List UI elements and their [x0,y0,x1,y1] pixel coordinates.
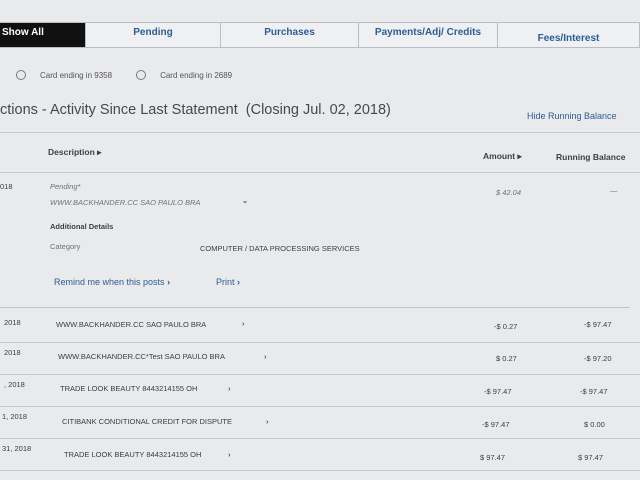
running-balance-column-header: Running Balance [556,152,626,162]
divider [0,132,640,133]
transaction-description: WWW.BACKHANDER.CC SAO PAULO BRA [56,320,207,329]
running-balance: $ 0.00 [584,420,605,429]
transaction-date: 2018 [4,348,21,357]
transaction-amount: $ 97.47 [480,453,506,462]
print-label: Print [216,277,235,287]
activity-filter-tabs: Show All Pending Purchases Payments/Adj/… [0,22,640,48]
transaction-description: TRADE LOOK BEAUTY 8443214155 OH [64,450,202,459]
transaction-date: 1, 2018 [2,412,28,421]
running-balance: -$ 97.47 [584,320,612,329]
running-balance: -$ 97.47 [580,387,608,396]
transaction-description: CITIBANK CONDITIONAL CREDIT FOR DISPUTE [62,417,233,426]
card-radio-2689[interactable]: Card ending in 2689 [136,70,232,80]
tab-show-all[interactable]: Show All [0,22,86,48]
card-label: Card ending in 9358 [40,70,113,80]
additional-details-title: Additional Details [50,222,114,231]
page-title: ctions - Activity Since Last Statement (… [0,102,391,118]
category-label: Category [50,242,81,251]
tab-purchases[interactable]: Purchases [221,22,359,48]
amount-column-header[interactable]: Amount ▸ [483,151,522,162]
transaction-amount: -$ 97.47 [482,420,510,429]
chevron-right-icon: › [237,277,241,287]
chevron-right-icon[interactable]: › [228,384,231,393]
chevron-right-icon[interactable]: › [228,450,231,459]
remind-me-label: Remind me when this posts [54,277,165,287]
chevron-right-icon[interactable]: › [264,352,267,361]
running-balance: — [610,186,618,195]
transaction-date: 31, 2018 [2,444,32,453]
card-radio-9358[interactable]: Card ending in 9358 [16,70,112,80]
transaction-amount: -$ 0.27 [494,322,518,331]
table-row[interactable]: 2018 WWW.BACKHANDER.CC SAO PAULO BRA › -… [0,310,640,343]
transaction-amount: $ 0.27 [496,354,517,363]
transaction-amount: $ 42.04 [496,188,522,197]
table-row[interactable]: 2018 WWW.BACKHANDER.CC*Test SAO PAULO BR… [0,342,640,375]
description-column-header[interactable]: Description ▸ [48,147,101,158]
radio-circle-icon[interactable] [136,70,147,80]
tab-payments-adj-credits[interactable]: Payments/Adj/ Credits [359,22,498,48]
card-filter: Card ending in 9358 Card ending in 2689 [16,70,256,80]
table-row[interactable]: , 2018 TRADE LOOK BEAUTY 8443214155 OH ›… [0,374,640,407]
tab-pending[interactable]: Pending [86,22,221,48]
pending-status: Pending* [50,182,81,191]
section-title: ctions - Activity Since Last Statement [0,102,238,118]
chevron-right-icon[interactable]: › [242,319,245,328]
chevron-right-icon: › [167,277,171,287]
transaction-description: WWW.BACKHANDER.CC*Test SAO PAULO BRA [58,352,225,361]
radio-circle-icon[interactable] [16,70,26,80]
hide-running-balance-link[interactable]: Hide Running Balance [527,111,617,121]
running-balance: -$ 97.20 [584,354,612,363]
card-label: Card ending in 2689 [160,70,233,80]
chevron-down-icon[interactable]: ⌄ [242,196,248,205]
tab-fees-interest[interactable]: Fees/Interest [498,22,640,48]
transaction-description: TRADE LOOK BEAUTY 8443214155 OH [60,384,198,393]
transaction-date: , 2018 [4,380,25,389]
chevron-right-icon[interactable]: › [266,417,269,426]
running-balance: $ 97.47 [578,453,604,462]
transaction-date: 2018 [4,318,21,327]
transaction-amount: -$ 97.47 [484,387,512,396]
table-row[interactable]: 1, 2018 CITIBANK CONDITIONAL CREDIT FOR … [0,406,640,439]
transaction-description: WWW.BACKHANDER.CC SAO PAULO BRA [50,198,201,207]
pending-transaction: 018 Pending* WWW.BACKHANDER.CC SAO PAULO… [0,172,630,308]
category-value: COMPUTER / DATA PROCESSING SERVICES [200,244,360,253]
closing-date: (Closing Jul. 02, 2018) [245,102,391,118]
table-row[interactable]: 31, 2018 TRADE LOOK BEAUTY 8443214155 OH… [0,438,640,471]
print-link[interactable]: Print › [216,277,240,287]
transaction-date: 018 [0,182,13,191]
remind-me-link[interactable]: Remind me when this posts › [54,277,170,287]
